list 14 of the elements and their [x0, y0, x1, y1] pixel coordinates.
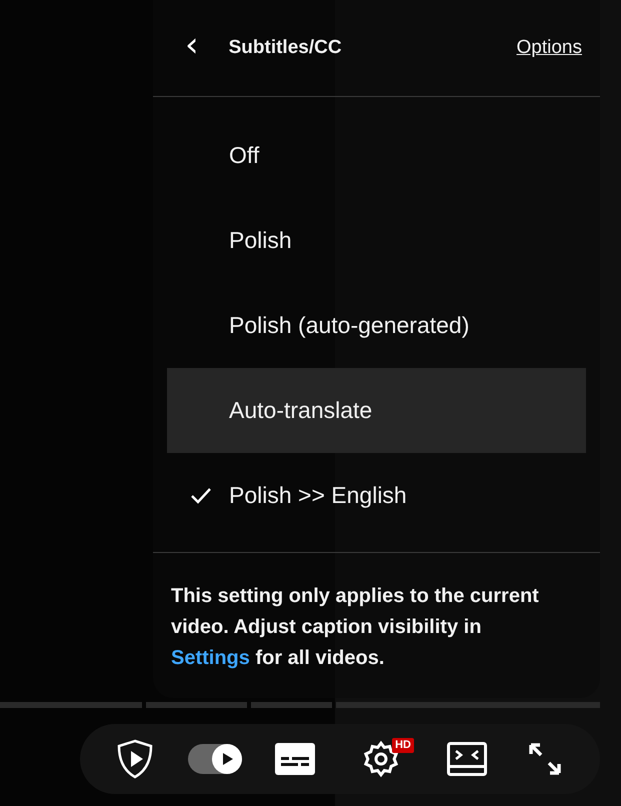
play-icon: [220, 752, 234, 766]
options-link[interactable]: Options: [516, 37, 582, 59]
menu-item[interactable]: Polish >> English: [167, 453, 586, 538]
menu-item[interactable]: Auto-translate: [167, 368, 586, 453]
autoplay-toggle[interactable]: [188, 744, 242, 774]
info-text: This setting only applies to the current video. Adjust caption visibility in Settings for all videos.: [170, 584, 540, 671]
menu-item[interactable]: Polish: [167, 198, 586, 283]
menu-item[interactable]: Polish (auto-generated): [167, 283, 586, 368]
menu-title: Subtitles/CC: [228, 37, 343, 59]
settings-link[interactable]: Settings: [171, 647, 250, 669]
back-button[interactable]: ‹: [181, 28, 203, 68]
settings-button[interactable]: HD: [348, 734, 414, 784]
menu-item[interactable]: Off: [167, 113, 586, 198]
quality-badge: HD: [392, 738, 414, 753]
